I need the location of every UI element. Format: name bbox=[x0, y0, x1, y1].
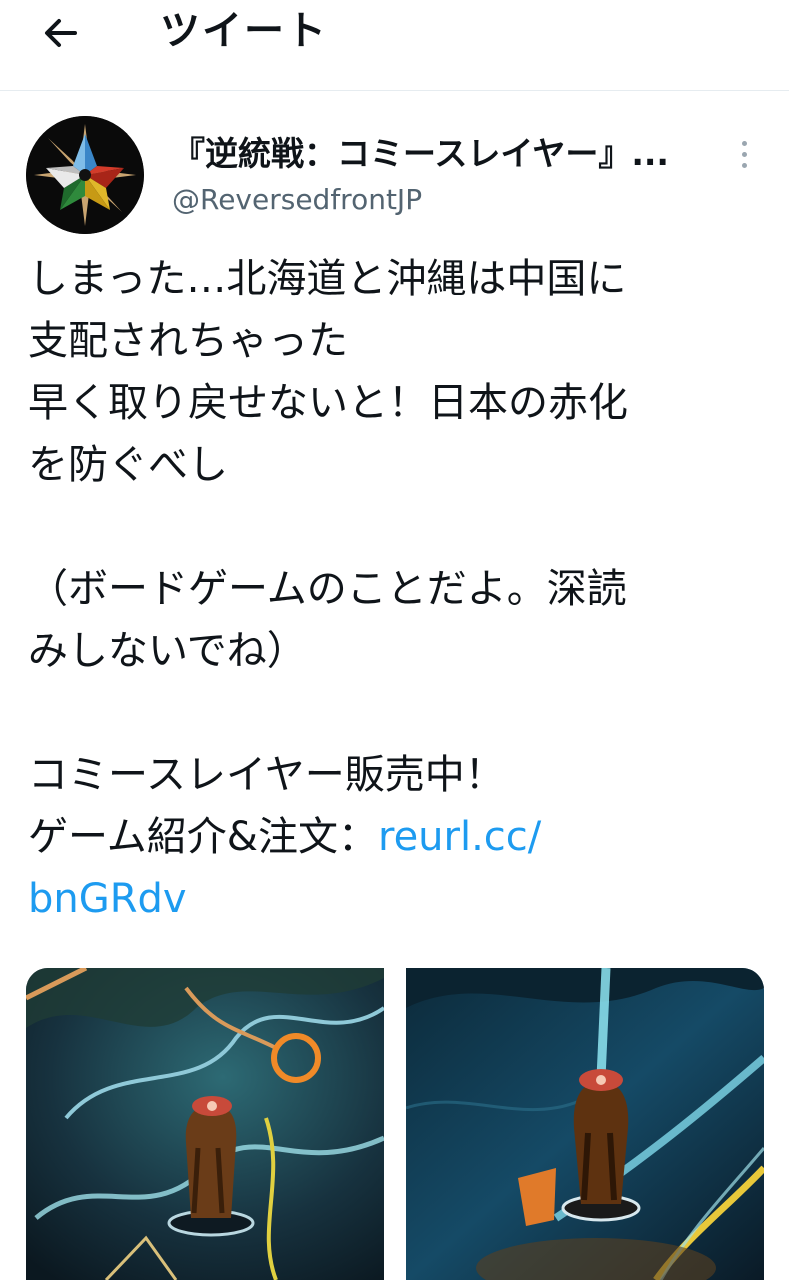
tweet-text-line: 早く取り戻せないと！日本の赤化 bbox=[28, 380, 628, 426]
tweet-text: しまった…北海道と沖縄は中国に 支配されちゃった 早く取り戻せないと！日本の赤化… bbox=[28, 248, 768, 930]
top-bar: ツイート bbox=[0, 0, 789, 91]
tweet-text-line: ゲーム紹介&注文：reurl.cc/ bbox=[28, 806, 768, 868]
compass-star-avatar bbox=[26, 116, 144, 234]
media-photo-right[interactable] bbox=[406, 968, 764, 1280]
tweet-link[interactable]: reurl.cc/ bbox=[378, 814, 541, 860]
avatar[interactable] bbox=[26, 116, 144, 234]
arrow-left-icon bbox=[45, 19, 77, 47]
tweet-text-line: （ボードゲームのことだよ。深読 bbox=[28, 566, 627, 612]
author-display-name[interactable]: 『逆統戦：コミースレイヤー』... bbox=[172, 132, 692, 176]
back-button[interactable] bbox=[38, 10, 84, 56]
page-title: ツイート bbox=[160, 8, 328, 54]
author-handle[interactable]: @ReversedfrontJP bbox=[172, 182, 422, 218]
tweet-media bbox=[26, 968, 764, 1280]
boardgame-photo-okinawa-piece bbox=[406, 968, 764, 1280]
more-options-button[interactable] bbox=[728, 132, 760, 176]
tweet-text-line: みしないでね） bbox=[28, 628, 307, 674]
tweet-text-line: を防ぐべし bbox=[28, 442, 228, 488]
more-vertical-icon bbox=[741, 140, 747, 146]
tweet-link-continued[interactable]: bnGRdv bbox=[28, 876, 187, 922]
tweet-text-line: 支配されちゃった bbox=[28, 318, 348, 364]
tweet-text-line: bnGRdv bbox=[28, 868, 768, 930]
tweet-text-line: コミースレイヤー販売中！ bbox=[28, 752, 505, 798]
boardgame-photo-hokkaido-piece bbox=[26, 968, 384, 1280]
tweet-text-line: しまった…北海道と沖縄は中国に bbox=[28, 256, 627, 302]
media-photo-left[interactable] bbox=[26, 968, 384, 1280]
tweet-text-prefix: ゲーム紹介&注文： bbox=[28, 814, 378, 860]
